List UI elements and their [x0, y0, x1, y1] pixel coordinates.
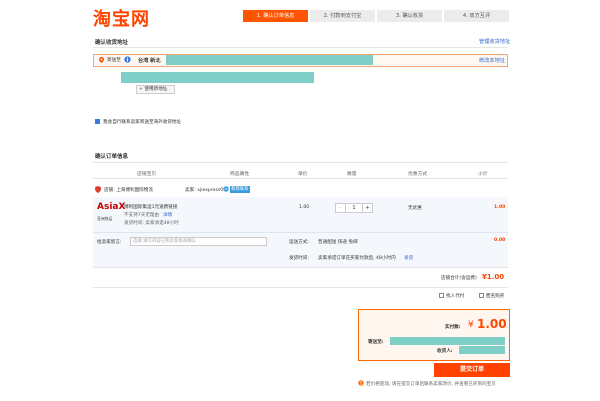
item-note: 不支持7天无理由: [124, 213, 160, 218]
divider: [93, 162, 508, 163]
anonymous-buy-checkbox[interactable]: [479, 293, 484, 298]
submit-order-button[interactable]: 提交订单: [434, 363, 510, 377]
step-review: 4. 双方互评: [444, 10, 509, 22]
receiver-label: 收货人:: [437, 349, 453, 354]
shop-total-value: ¥1.00: [482, 273, 505, 281]
message-to-seller-input[interactable]: 选填:填写内容已和卖家协商确认: [130, 237, 267, 246]
item-detail-link[interactable]: 详情: [163, 212, 172, 218]
paid-currency: ¥: [468, 320, 474, 330]
qty-input[interactable]: 1: [346, 204, 362, 212]
proxy-pay-label: 找人代付: [446, 294, 465, 299]
ship-time-value: 卖家承诺订单在买家付款后, 48小时内: [318, 256, 396, 261]
item-name-link[interactable]: 博利国际集运1元速费链接: [124, 204, 177, 210]
price-change-notice: 若价格变动, 请在提交订单后联系卖家改价, 并查看已买到的宝贝: [366, 382, 496, 387]
address-province: 台湾 新北: [138, 57, 161, 64]
chat-icon[interactable]: [223, 186, 229, 192]
shipping-method-label: 运送方式:: [289, 240, 309, 245]
divider: [93, 232, 508, 233]
overseas-contact-checkbox[interactable]: [95, 119, 100, 124]
modify-address-link[interactable]: 修改本地址: [479, 57, 505, 64]
summary-ship-to-label: 寄送至:: [368, 340, 384, 345]
overseas-contact-label: 我会自行联系卖家寄送至海外收货地址: [103, 120, 182, 125]
shipping-method-value: 普通配送 快递 免邮: [318, 240, 358, 245]
ship-time-label: 发货时间:: [289, 256, 309, 261]
asiax-brand-sub: 亚洲快运: [97, 216, 113, 221]
col-header-discount: 优惠方式: [408, 172, 428, 177]
ship-to-label: 寄送至: [107, 58, 121, 63]
shop-total-label: 店铺合计(含运费): [441, 276, 477, 281]
step-pay-alipay: 2. 付款到支付宝: [310, 10, 375, 22]
col-header-unit-price: 单价: [298, 172, 308, 177]
order-section-title: 确认订单信息: [95, 154, 129, 160]
use-new-address-label: 使用新地址: [144, 87, 168, 92]
divider: [93, 287, 508, 288]
manage-address-link[interactable]: 管理收货地址: [479, 38, 510, 45]
shop-name-link[interactable]: 店铺: 上海博利国际物流: [104, 187, 153, 193]
info-icon: [124, 56, 131, 63]
anonymous-buy-label: 匿名购买: [486, 294, 505, 299]
col-header-subtotal: 小计: [478, 172, 488, 177]
item-subtotal: 1.00: [494, 205, 506, 210]
proxy-pay-checkbox[interactable]: [439, 293, 444, 298]
asiax-logo-image[interactable]: AsiaX 亚洲快运: [97, 202, 126, 224]
divider: [93, 47, 508, 48]
col-header-shop-item: 店铺宝贝: [137, 172, 157, 177]
warning-icon: [358, 380, 364, 386]
contact-seller-button[interactable]: 和我联系: [230, 186, 250, 193]
taobao-logo[interactable]: 淘宝网: [93, 5, 150, 31]
quantity-stepper[interactable]: - 1 +: [335, 203, 373, 213]
shipping-fee: 0.00: [494, 238, 506, 243]
location-pin-icon: [99, 57, 104, 63]
redacted-address-line: [121, 72, 314, 83]
redacted-address-detail: [166, 55, 373, 65]
seller-name[interactable]: 卖家: xjiexpress0: [185, 187, 223, 193]
divider: [93, 178, 508, 179]
message-label: 给卖家留言:: [97, 240, 122, 245]
paid-label: 实付款:: [445, 325, 461, 330]
asiax-brand: AsiaX: [97, 202, 126, 212]
divider: [93, 267, 508, 268]
redacted-summary-address: [390, 337, 505, 345]
paid-amount: 1.00: [477, 317, 507, 331]
col-header-quantity: 数量: [347, 172, 357, 177]
checkout-steps: 1. 确认订单信息 2. 付款到支付宝 3. 确认收货 4. 双方互评: [243, 10, 509, 22]
step-confirm-receipt: 3. 确认收货: [377, 10, 442, 22]
item-unit-price: 1.00: [299, 205, 310, 210]
step-confirm-order: 1. 确认订单信息: [243, 10, 308, 22]
ship-time-link[interactable]: 发货: [404, 255, 413, 261]
item-ship-time: 发货时间: 卖家承诺48小时: [124, 221, 179, 226]
plus-icon: +: [139, 87, 143, 92]
qty-minus-button[interactable]: -: [336, 204, 346, 212]
use-new-address-button[interactable]: + 使用新地址: [136, 85, 175, 94]
item-discount: 无优惠: [408, 206, 422, 211]
shop-icon: [95, 186, 101, 193]
address-section-title: 确认收货地址: [95, 40, 129, 46]
qty-plus-button[interactable]: +: [362, 204, 372, 212]
redacted-receiver: [459, 346, 505, 354]
col-header-attributes: 商品属性: [230, 172, 250, 177]
